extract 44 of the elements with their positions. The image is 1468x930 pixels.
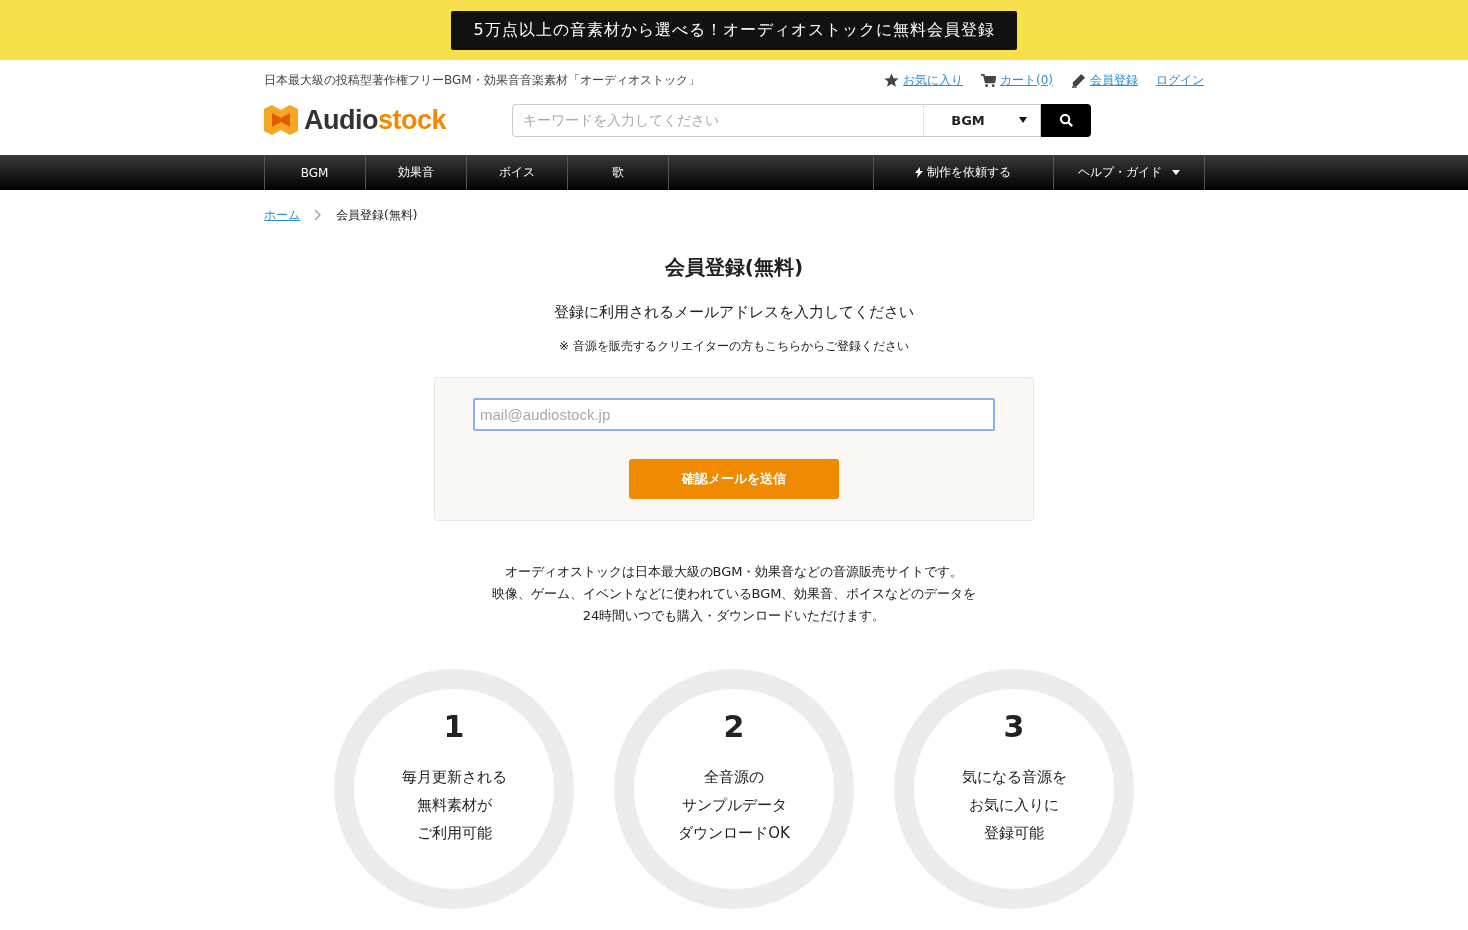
feature-text: 毎月更新される: [401, 767, 507, 788]
email-field[interactable]: mail@audiostock.jp: [473, 398, 995, 431]
feature-text: ダウンロードOK: [678, 823, 790, 844]
banner-link[interactable]: 5万点以上の音素材から選べる！オーディオストックに無料会員登録: [451, 10, 1017, 50]
page-title: 会員登録(無料): [664, 254, 804, 281]
pencil-icon: [1071, 72, 1086, 88]
instruction-text: 登録に利用されるメールアドレスを入力してください: [554, 303, 914, 322]
cart-icon: [981, 72, 996, 88]
logo-icon: [264, 105, 298, 135]
header-link[interactable]: カート(0): [981, 71, 1053, 89]
nav-item[interactable]: ヘルプ・ガイド: [1053, 155, 1205, 190]
nav-item[interactable]: 歌: [567, 155, 669, 190]
breadcrumb-link[interactable]: ホーム: [264, 206, 300, 224]
feature-text: 気になる音源を: [961, 767, 1067, 788]
star-icon: [884, 72, 899, 88]
feature-text: 全音源の: [704, 767, 764, 788]
feature-text: 登録可能: [984, 823, 1044, 844]
breadcrumb-current: 会員登録(無料): [336, 206, 418, 224]
feature-text: 無料素材が: [416, 795, 492, 816]
note-text: ※ 音源を販売するクリエイターの方もこちらからご登録ください: [559, 338, 909, 355]
site-tagline: 日本最大級の投稿型著作権フリーBGM・効果音音楽素材「オーディオストック」: [264, 71, 700, 89]
search-icon: [1058, 112, 1074, 128]
feature-number: 1: [443, 709, 465, 745]
search-button[interactable]: [1041, 103, 1091, 137]
bolt-icon: [915, 167, 923, 178]
search-field[interactable]: キーワードを入力してください: [512, 103, 923, 137]
feature-text: サンプルデータ: [681, 795, 787, 816]
nav-item[interactable]: 効果音: [365, 155, 467, 190]
chevron-icon: [314, 209, 322, 221]
feature-text: ご利用可能: [416, 823, 492, 844]
nav-item[interactable]: 制作を依頼する: [873, 155, 1054, 190]
feature-text: お気に入りに: [969, 795, 1059, 816]
description-text: オーディオストックは日本最大級のBGM・効果音などの音源販売サイトです。 映像、ゲーム、イベントなどに使われているBGM、効果音、ボイスなどのデータを 24時間いつでも購入・ダウンロードいただけます。: [491, 563, 977, 625]
feature-number: 3: [1003, 709, 1025, 745]
header-link[interactable]: ログイン: [1156, 71, 1204, 89]
category-dropdown[interactable]: BGM: [923, 103, 1041, 137]
logo-text: Audiostock: [304, 104, 447, 136]
feature-number: 2: [723, 709, 745, 745]
nav-item[interactable]: BGM: [264, 155, 366, 190]
caret-icon: [1171, 170, 1180, 175]
header-link[interactable]: お気に入り: [884, 71, 963, 89]
header-link[interactable]: 会員登録: [1071, 71, 1138, 89]
caret-icon: [1018, 117, 1027, 123]
nav-item[interactable]: ボイス: [466, 155, 568, 190]
